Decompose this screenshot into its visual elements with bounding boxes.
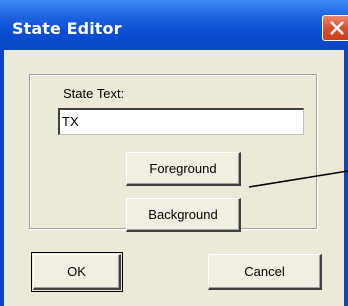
cancel-button[interactable]: Cancel [208, 254, 322, 290]
state-editor-dialog: State Editor State Text: TX Foreground B… [0, 0, 348, 306]
ok-button[interactable]: OK [33, 254, 121, 290]
